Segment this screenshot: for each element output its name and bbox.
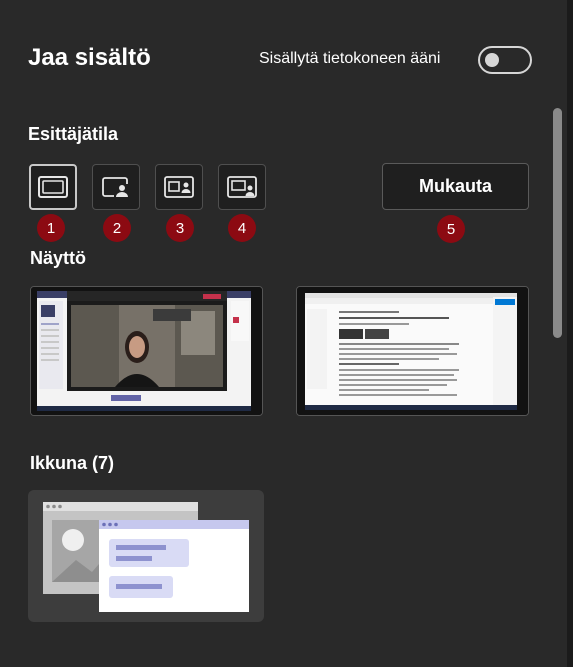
- mode-badge-4: 4: [228, 214, 256, 242]
- standout-icon: [102, 177, 128, 197]
- window-section-label: Ikkuna (7): [30, 453, 115, 473]
- panel-title: Jaa sisältö: [28, 44, 151, 71]
- presenter-mode-standout-button[interactable]: [92, 164, 140, 210]
- include-sound-label: Sisällytä tietokoneen ääni: [259, 50, 441, 67]
- mode-badge-1: 1: [37, 214, 65, 242]
- screen-thumbnail-2[interactable]: [296, 286, 529, 416]
- screen-2-preview-image: [297, 287, 528, 415]
- mode-badge-2: 2: [103, 214, 131, 242]
- include-sound-toggle[interactable]: [478, 46, 532, 74]
- reporter-icon: [227, 176, 257, 198]
- screen-section-label: Näyttö: [30, 248, 87, 268]
- window-placeholder-illustration: [43, 502, 249, 612]
- presenter-mode-content-only-button[interactable]: [29, 164, 77, 210]
- content-only-icon: [38, 176, 68, 198]
- screen-1-preview-image: [31, 287, 262, 415]
- customize-button[interactable]: Mukauta: [382, 163, 529, 210]
- presenter-mode-label: Esittäjätila: [28, 124, 119, 144]
- presenter-mode-reporter-button[interactable]: [218, 164, 266, 210]
- window-edge: [567, 0, 573, 667]
- presenter-mode-side-by-side-button[interactable]: [155, 164, 203, 210]
- side-by-side-icon: [164, 176, 194, 198]
- screen-thumbnail-1[interactable]: [30, 286, 263, 416]
- scrollbar-thumb[interactable]: [553, 108, 562, 338]
- toggle-knob: [485, 53, 499, 67]
- customize-badge: 5: [437, 215, 465, 243]
- window-thumbnail[interactable]: [28, 490, 264, 622]
- mode-badge-3: 3: [166, 214, 194, 242]
